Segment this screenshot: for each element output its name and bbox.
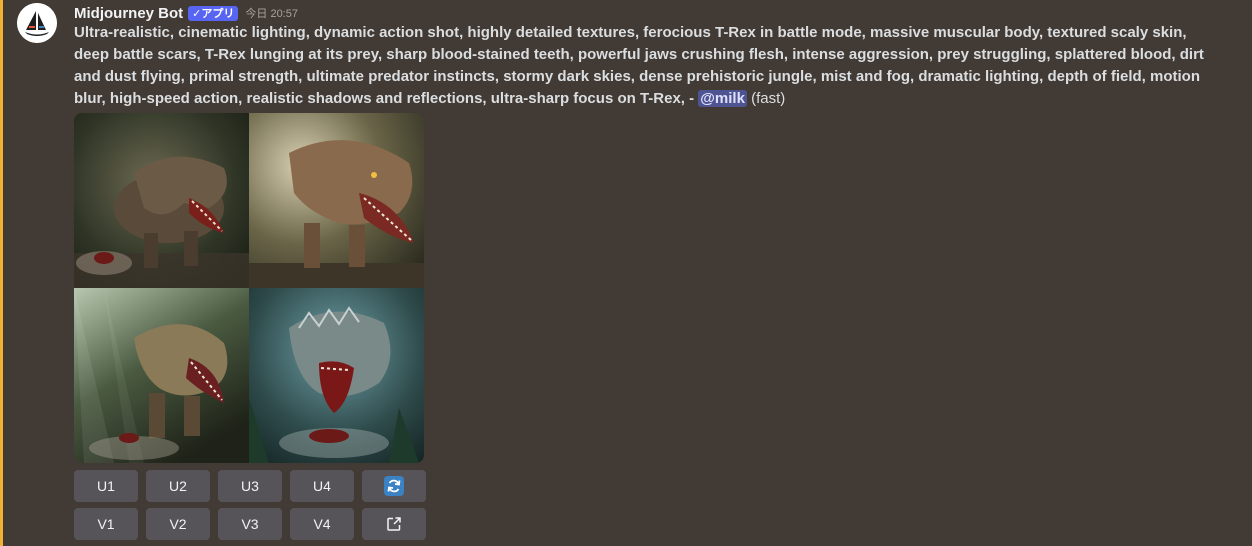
- user-mention[interactable]: @milk: [698, 90, 747, 107]
- upscale-1-button[interactable]: U1: [74, 470, 138, 502]
- generated-image-1[interactable]: [74, 113, 249, 288]
- image-grid[interactable]: [74, 113, 424, 463]
- trex-image: [249, 288, 424, 463]
- message-timestamp: 今日 20:57: [245, 8, 298, 20]
- generated-image-2[interactable]: [249, 113, 424, 288]
- message-content: Ultra-realistic, cinematic lighting, dyn…: [74, 22, 1209, 110]
- trex-image: [249, 113, 424, 288]
- trex-image: [74, 113, 249, 288]
- upscale-row: U1 U2 U3 U4: [74, 470, 426, 502]
- action-buttons: U1 U2 U3 U4 V1 V2 V3 V4: [74, 470, 426, 546]
- open-in-browser-button[interactable]: [362, 508, 426, 540]
- variation-row: V1 V2 V3 V4: [74, 508, 426, 540]
- message-header: Midjourney Bot ✓アプリ 今日 20:57: [74, 3, 298, 23]
- trex-image: [74, 288, 249, 463]
- generation-speed: (fast): [746, 90, 786, 107]
- upscale-2-button[interactable]: U2: [146, 470, 210, 502]
- sailboat-logo-icon: [17, 3, 57, 43]
- upscale-3-button[interactable]: U3: [218, 470, 282, 502]
- prompt-text: Ultra-realistic, cinematic lighting, dyn…: [74, 24, 1204, 107]
- variation-3-button[interactable]: V3: [218, 508, 282, 540]
- variation-1-button[interactable]: V1: [74, 508, 138, 540]
- upscale-4-button[interactable]: U4: [290, 470, 354, 502]
- generated-image-3[interactable]: [74, 288, 249, 463]
- reroll-button[interactable]: [362, 470, 426, 502]
- author-name[interactable]: Midjourney Bot: [74, 5, 183, 22]
- chat-message: Midjourney Bot ✓アプリ 今日 20:57 Ultra-reali…: [0, 0, 1252, 546]
- generated-image-4[interactable]: [249, 288, 424, 463]
- bot-avatar[interactable]: [17, 3, 57, 43]
- app-badge: ✓アプリ: [188, 5, 239, 21]
- variation-4-button[interactable]: V4: [290, 508, 354, 540]
- external-link-icon: [387, 517, 401, 531]
- refresh-icon: [384, 476, 404, 496]
- variation-2-button[interactable]: V2: [146, 508, 210, 540]
